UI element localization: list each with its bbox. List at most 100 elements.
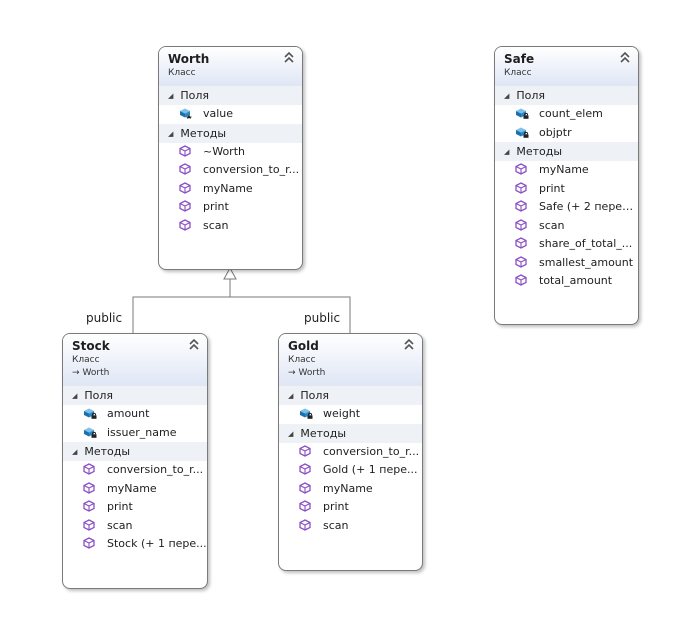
method-item[interactable]: print	[159, 198, 302, 217]
fields-section-header[interactable]: ◢ Поля	[159, 86, 302, 105]
class-kind: Класс	[504, 68, 532, 78]
class-header[interactable]: Worth Класс	[159, 47, 302, 86]
method-cube-icon	[515, 255, 527, 268]
fields-list: amount issuer_name	[63, 405, 207, 442]
method-item[interactable]: scan	[159, 217, 302, 236]
method-cube-icon	[515, 218, 527, 231]
member-name: smallest_amount	[539, 255, 634, 269]
method-item[interactable]: share_of_total_...	[495, 235, 638, 254]
fields-section-header[interactable]: ◢ Поля	[63, 386, 207, 405]
class-name: Safe	[504, 52, 535, 66]
method-item[interactable]: Gold (+ 1 пере...	[279, 461, 422, 480]
section-label: Поля	[516, 89, 546, 102]
method-item[interactable]: myName	[495, 161, 638, 180]
fields-list: count_elem objptr	[495, 105, 638, 142]
fields-section-header[interactable]: ◢ Поля	[279, 386, 422, 405]
method-item[interactable]: conversion_to_r...	[159, 161, 302, 180]
collapse-triangle-icon: ◢	[288, 429, 294, 438]
methods-list: conversion_to_r... Gold (+ 1 пере... myN…	[279, 443, 422, 536]
collapse-chevron-icon[interactable]	[188, 338, 200, 352]
member-name: myName	[539, 163, 589, 176]
member-name: myName	[203, 181, 253, 195]
connector-stock-worth	[132, 279, 231, 333]
method-item[interactable]: Safe (+ 2 перег...	[495, 198, 638, 217]
method-item[interactable]: print	[63, 498, 207, 517]
methods-section-header[interactable]: ◢ Методы	[495, 142, 638, 161]
class-safe[interactable]: Safe Класс ◢ Поля count_elem objptr ◢ Мето…	[494, 46, 639, 325]
class-gold[interactable]: Gold Класс → Worth ◢ Поля weight ◢ Методы c…	[278, 333, 423, 571]
method-item[interactable]: conversion_to_r...	[63, 461, 207, 480]
relation-label-gold: public	[304, 311, 341, 325]
base-class-name: Worth	[82, 368, 110, 378]
class-header[interactable]: Gold Класс → Worth	[279, 334, 422, 386]
member-name: print	[203, 200, 229, 213]
field-item[interactable]: objptr	[495, 124, 638, 143]
inherits-arrow-icon: →	[288, 368, 296, 378]
method-cube-icon	[299, 518, 311, 531]
field-item[interactable]: count_elem	[495, 105, 638, 124]
fields-list: value	[159, 105, 302, 124]
class-kind: Класс	[288, 355, 316, 365]
method-item[interactable]: myName	[279, 480, 422, 499]
method-cube-icon	[299, 500, 311, 512]
method-cube-icon	[83, 481, 95, 494]
method-cube-icon	[299, 463, 311, 475]
field-item[interactable]: value	[159, 105, 302, 124]
method-item[interactable]: ~Worth	[159, 143, 302, 162]
method-cube-icon	[515, 237, 527, 249]
class-header[interactable]: Stock Класс → Worth	[63, 334, 207, 386]
method-cube-icon	[299, 444, 311, 457]
method-cube-icon	[515, 200, 527, 212]
field-item[interactable]: amount	[63, 405, 207, 424]
field-item[interactable]: weight	[279, 405, 422, 424]
method-item[interactable]: myName	[63, 480, 207, 499]
inherits-arrow-icon: →	[72, 368, 80, 378]
member-name: conversion_to_r...	[323, 444, 420, 458]
methods-list: conversion_to_r... myName print scan Sto…	[63, 461, 207, 554]
member-name: Stock (+ 1 пере...	[107, 537, 207, 550]
methods-section-header[interactable]: ◢ Методы	[279, 423, 422, 443]
member-name: objptr	[539, 125, 572, 139]
method-item[interactable]: total_amount	[495, 272, 638, 291]
collapse-triangle-icon: ◢	[504, 148, 510, 156]
method-item[interactable]: myName	[159, 180, 302, 199]
class-kind: Класс	[168, 68, 196, 78]
member-name: share_of_total_...	[539, 237, 633, 250]
field-item[interactable]: issuer_name	[63, 424, 207, 443]
member-name: conversion_to_r...	[107, 463, 204, 476]
method-cube-icon	[83, 463, 95, 475]
member-name: print	[539, 181, 565, 195]
private-field-icon	[516, 127, 529, 138]
class-worth[interactable]: Worth Класс ◢ Поля value ◢ Методы ~Worth c…	[158, 46, 303, 270]
collapse-chevron-icon[interactable]	[283, 51, 295, 65]
class-diagram-canvas: public public Worth Класс ◢ Поля value ◢ М…	[0, 0, 699, 624]
method-item[interactable]: scan	[279, 517, 422, 536]
method-item[interactable]: conversion_to_r...	[279, 443, 422, 462]
method-cube-icon	[179, 163, 191, 175]
method-item[interactable]: print	[495, 180, 638, 199]
class-stock[interactable]: Stock Класс → Worth ◢ Поля amount issuer_n…	[62, 333, 208, 589]
member-name: weight	[323, 407, 361, 420]
methods-list: myName print Safe (+ 2 перег... scan sha…	[495, 161, 638, 291]
class-name: Gold	[288, 339, 319, 353]
member-name: total_amount	[539, 274, 613, 287]
collapse-triangle-icon: ◢	[72, 392, 78, 400]
method-item[interactable]: smallest_amount	[495, 254, 638, 273]
collapse-chevron-icon[interactable]	[403, 338, 415, 352]
fields-section-header[interactable]: ◢ Поля	[495, 86, 638, 105]
static-field-icon	[180, 108, 192, 119]
section-label: Методы	[180, 126, 227, 140]
method-item[interactable]: scan	[495, 217, 638, 236]
collapse-chevron-icon[interactable]	[619, 51, 631, 65]
member-name: Safe (+ 2 перег...	[539, 200, 638, 213]
class-header[interactable]: Safe Класс	[495, 47, 638, 86]
method-item[interactable]: Stock (+ 1 пере...	[63, 535, 207, 554]
fields-list: weight	[279, 405, 422, 424]
method-item[interactable]: scan	[63, 517, 207, 536]
base-class: → Worth	[72, 367, 199, 379]
methods-section-header[interactable]: ◢ Методы	[159, 123, 302, 143]
methods-section-header[interactable]: ◢ Методы	[63, 442, 207, 461]
method-cube-icon	[179, 218, 191, 231]
member-name: Gold (+ 1 пере...	[323, 463, 418, 476]
method-item[interactable]: print	[279, 498, 422, 517]
